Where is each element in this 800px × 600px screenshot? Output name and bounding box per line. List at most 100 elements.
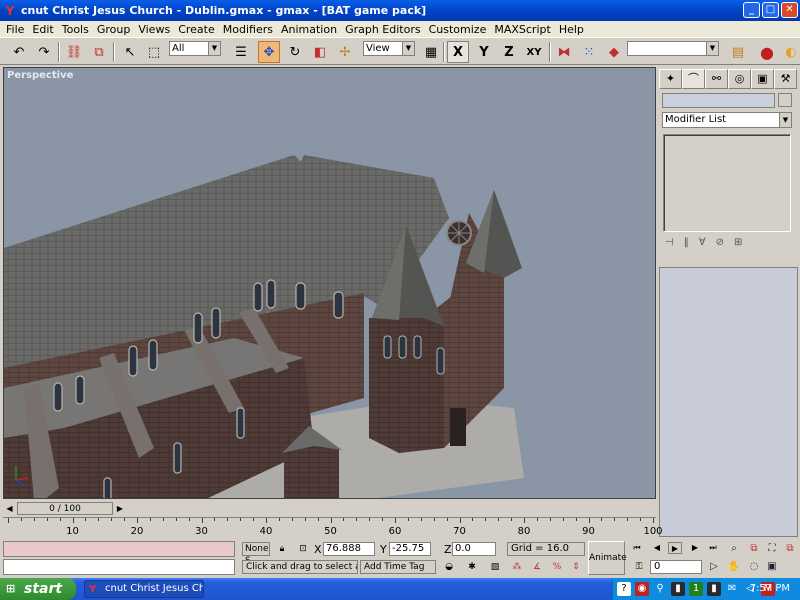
menu-animation[interactable]: Animation (277, 23, 341, 36)
pin-stack-icon[interactable]: ⊣ (665, 237, 674, 253)
mirror-icon[interactable]: ⧓ (553, 41, 575, 63)
undo-icon[interactable]: ↶ (8, 41, 30, 63)
y-coordinate-field[interactable]: -25.75 (389, 542, 431, 556)
menu-views[interactable]: Views (134, 23, 174, 36)
zoom-extents-all-icon[interactable]: ⧉ (783, 542, 797, 556)
modifier-list-dropdown[interactable]: Modifier List ▼ (662, 112, 792, 128)
menu-graph-editors[interactable]: Graph Editors (341, 23, 425, 36)
restrict-x-button[interactable]: X (447, 41, 469, 63)
modify-tab-icon[interactable]: ⌒ (682, 69, 705, 89)
selection-filter-dropdown[interactable]: All ▼ (169, 41, 221, 56)
next-frame-icon[interactable]: ▶ (114, 502, 126, 515)
app-tray-icon[interactable]: 1 (689, 582, 703, 596)
hierarchy-tab-icon[interactable]: ⚯ (705, 69, 728, 89)
spinner-snap-icon[interactable]: ⇕ (569, 560, 583, 574)
antivirus-tray-icon[interactable]: ◉ (635, 582, 649, 596)
object-name-field[interactable] (662, 93, 775, 108)
remove-modifier-icon[interactable]: ⊘ (716, 237, 724, 253)
zoom-icon[interactable]: ⌕ (727, 542, 741, 556)
current-frame-field[interactable]: 0 (650, 560, 702, 574)
menu-file[interactable]: File (2, 23, 28, 36)
display-tab-icon[interactable]: ▣ (751, 69, 774, 89)
render-scene-icon[interactable]: ● (756, 41, 778, 63)
select-and-link-icon[interactable]: ⛓ (63, 41, 85, 63)
maximize-viewport-icon[interactable]: ▣ (765, 560, 779, 574)
menu-help[interactable]: Help (555, 23, 588, 36)
track-view-icon[interactable]: ▤ (727, 41, 749, 63)
taskbar-item-gmax[interactable]: Y cnut Christ Jesus Chu... (84, 580, 204, 598)
select-and-rotate-icon[interactable]: ↻ (284, 41, 306, 63)
percent-snap-icon[interactable]: % (550, 560, 564, 574)
array-icon[interactable]: ⁙ (578, 41, 600, 63)
manipulate-icon[interactable]: ✢ (334, 41, 356, 63)
start-button[interactable]: ⊞ start (0, 578, 76, 600)
viewport-label[interactable]: Perspective (7, 70, 73, 81)
pan-icon[interactable]: ✋ (727, 560, 741, 574)
utilities-tab-icon[interactable]: ⚒ (774, 69, 797, 89)
key-mode-icon[interactable]: ⚿ (632, 560, 646, 574)
rectangular-selection-icon[interactable]: ⬚ (143, 41, 165, 63)
minimize-button[interactable]: _ (743, 2, 760, 18)
object-color-swatch[interactable] (778, 93, 792, 107)
next-key-icon[interactable]: ▶ (688, 542, 702, 554)
previous-key-icon[interactable]: ◀ (650, 542, 664, 554)
goto-start-icon[interactable]: ⏮ (630, 542, 644, 554)
angle-snap-icon[interactable]: ∡ (530, 560, 544, 574)
configure-modifier-sets-icon[interactable]: ⊞ (734, 237, 742, 253)
gmax-app-icon[interactable]: Y (3, 4, 17, 18)
monitor-tray-icon[interactable]: ▮ (671, 582, 685, 596)
close-button[interactable]: ✕ (781, 2, 798, 18)
display-tray-icon[interactable]: ▮ (707, 582, 721, 596)
maxscript-listener-top[interactable] (3, 541, 235, 557)
menu-modifiers[interactable]: Modifiers (219, 23, 277, 36)
zoom-extents-icon[interactable]: ⛶ (765, 542, 779, 556)
use-pivot-center-icon[interactable]: ▦ (420, 41, 442, 63)
align-icon[interactable]: ◆ (603, 41, 625, 63)
named-selection-dropdown[interactable]: ▼ (627, 41, 719, 56)
animate-button[interactable]: Animate (588, 541, 627, 575)
time-slider-knob[interactable]: 0 / 100 (17, 502, 113, 515)
selection-lock-icon[interactable]: ◒ (442, 560, 456, 574)
absolute-mode-icon[interactable]: ⊡ (296, 542, 310, 556)
unlink-selection-icon[interactable]: ⧉ (88, 41, 110, 63)
network-tray-icon[interactable]: ⚲ (653, 582, 667, 596)
menu-group[interactable]: Group (93, 23, 135, 36)
snaps-toggle-icon[interactable]: ⁂ (510, 560, 524, 574)
select-and-move-icon[interactable]: ✥ (258, 41, 280, 63)
perspective-viewport[interactable]: Perspective (3, 67, 656, 499)
quick-render-icon[interactable]: ◐ (780, 41, 800, 63)
zoom-all-icon[interactable]: ⧉ (747, 542, 761, 556)
time-slider[interactable]: ◀ 0 / 100 ▶ (3, 502, 656, 516)
help-tray-icon[interactable]: ? (617, 582, 631, 596)
menu-tools[interactable]: Tools (58, 23, 93, 36)
add-time-tag-button[interactable]: Add Time Tag (360, 560, 436, 574)
restrict-z-button[interactable]: Z (498, 41, 520, 63)
select-object-icon[interactable]: ↖ (119, 41, 141, 63)
goto-end-icon[interactable]: ⏭ (706, 542, 720, 554)
menu-create[interactable]: Create (174, 23, 219, 36)
reference-coordinate-dropdown[interactable]: View ▼ (363, 41, 415, 56)
redo-icon[interactable]: ↷ (33, 41, 55, 63)
select-and-scale-icon[interactable]: ◧ (309, 41, 331, 63)
mail-tray-icon[interactable]: ✉ (725, 582, 739, 596)
menu-edit[interactable]: Edit (28, 23, 57, 36)
field-of-view-icon[interactable]: ▷ (707, 560, 721, 574)
make-unique-icon[interactable]: ∀ (699, 237, 706, 253)
crossing-selection-icon[interactable]: ✱ (465, 560, 479, 574)
select-by-name-icon[interactable]: ☰ (230, 41, 252, 63)
degradation-override-icon[interactable]: ▧ (488, 560, 502, 574)
arc-rotate-icon[interactable]: ◌ (747, 560, 761, 574)
previous-frame-icon[interactable]: ◀ (3, 502, 16, 515)
maxscript-listener-bottom[interactable] (3, 559, 235, 575)
track-bar[interactable]: 10 20 30 40 50 60 70 80 90 100 (3, 517, 663, 537)
z-coordinate-field[interactable]: 0.0 (452, 542, 496, 556)
menu-customize[interactable]: Customize (425, 23, 491, 36)
lock-icon[interactable]: 🔒︎ (275, 542, 289, 556)
maximize-button[interactable]: □ (762, 2, 779, 18)
restrict-y-button[interactable]: Y (473, 41, 495, 63)
show-end-result-icon[interactable]: ‖ (684, 237, 689, 253)
menu-maxscript[interactable]: MAXScript (490, 23, 554, 36)
create-tab-icon[interactable]: ✦ (659, 69, 682, 89)
play-icon[interactable]: ▶ (668, 542, 682, 554)
restrict-xy-button[interactable]: XY (523, 41, 545, 63)
